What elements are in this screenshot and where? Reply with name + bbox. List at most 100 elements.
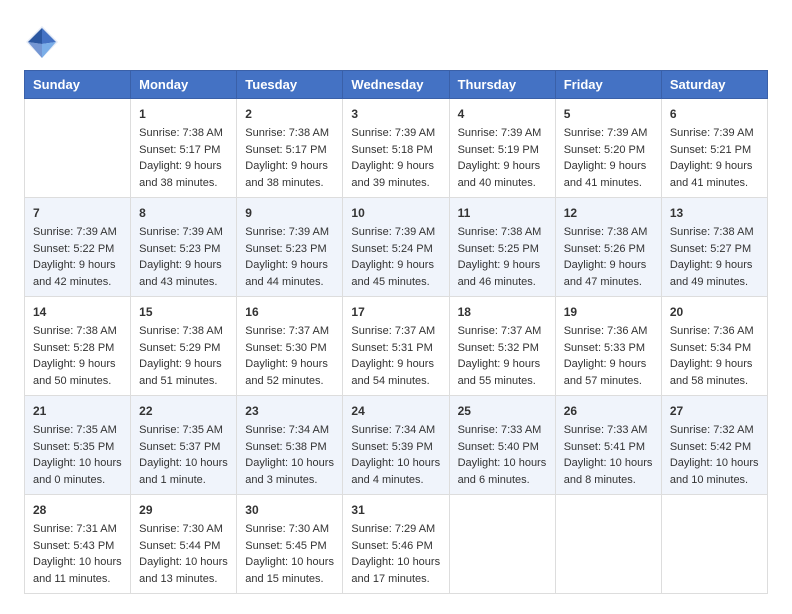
day-number: 5	[564, 105, 653, 123]
day-info: Daylight: 9 hours	[245, 356, 334, 373]
day-info: and 57 minutes.	[564, 373, 653, 390]
day-info: and 40 minutes.	[458, 175, 547, 192]
day-info: and 41 minutes.	[670, 175, 759, 192]
calendar-cell: 23Sunrise: 7:34 AMSunset: 5:38 PMDayligh…	[237, 396, 343, 495]
day-info: Daylight: 9 hours	[139, 257, 228, 274]
calendar-cell: 26Sunrise: 7:33 AMSunset: 5:41 PMDayligh…	[555, 396, 661, 495]
col-header-tuesday: Tuesday	[237, 71, 343, 99]
day-info: and 44 minutes.	[245, 274, 334, 291]
day-info: Daylight: 9 hours	[33, 257, 122, 274]
header	[24, 20, 768, 60]
day-info: Sunset: 5:39 PM	[351, 439, 440, 456]
day-info: and 38 minutes.	[139, 175, 228, 192]
day-number: 21	[33, 402, 122, 420]
week-row-5: 28Sunrise: 7:31 AMSunset: 5:43 PMDayligh…	[25, 495, 768, 594]
day-info: Sunset: 5:23 PM	[139, 241, 228, 258]
day-info: Sunrise: 7:35 AM	[139, 422, 228, 439]
day-info: Sunrise: 7:32 AM	[670, 422, 759, 439]
day-info: Sunrise: 7:37 AM	[245, 323, 334, 340]
day-info: Sunset: 5:21 PM	[670, 142, 759, 159]
day-info: and 15 minutes.	[245, 571, 334, 588]
calendar-cell: 27Sunrise: 7:32 AMSunset: 5:42 PMDayligh…	[661, 396, 767, 495]
day-info: Sunset: 5:23 PM	[245, 241, 334, 258]
day-info: Sunset: 5:29 PM	[139, 340, 228, 357]
day-info: Sunrise: 7:30 AM	[245, 521, 334, 538]
day-info: Sunset: 5:18 PM	[351, 142, 440, 159]
day-number: 16	[245, 303, 334, 321]
day-info: Daylight: 9 hours	[564, 356, 653, 373]
day-info: and 58 minutes.	[670, 373, 759, 390]
day-info: Sunrise: 7:39 AM	[245, 224, 334, 241]
day-info: Sunrise: 7:36 AM	[564, 323, 653, 340]
day-info: Sunrise: 7:33 AM	[564, 422, 653, 439]
day-number: 9	[245, 204, 334, 222]
day-info: Daylight: 9 hours	[564, 158, 653, 175]
day-number: 24	[351, 402, 440, 420]
day-info: Daylight: 9 hours	[351, 257, 440, 274]
day-number: 3	[351, 105, 440, 123]
col-header-wednesday: Wednesday	[343, 71, 449, 99]
day-info: Sunrise: 7:39 AM	[351, 125, 440, 142]
day-info: Sunrise: 7:38 AM	[564, 224, 653, 241]
day-info: Daylight: 9 hours	[564, 257, 653, 274]
day-info: Sunrise: 7:30 AM	[139, 521, 228, 538]
day-number: 29	[139, 501, 228, 519]
day-info: Daylight: 9 hours	[458, 158, 547, 175]
day-info: Sunrise: 7:36 AM	[670, 323, 759, 340]
day-info: and 13 minutes.	[139, 571, 228, 588]
day-info: and 39 minutes.	[351, 175, 440, 192]
day-info: Daylight: 10 hours	[33, 455, 122, 472]
logo-icon	[24, 24, 60, 60]
day-number: 12	[564, 204, 653, 222]
day-info: and 17 minutes.	[351, 571, 440, 588]
day-info: Daylight: 9 hours	[351, 158, 440, 175]
day-info: and 51 minutes.	[139, 373, 228, 390]
day-number: 8	[139, 204, 228, 222]
day-info: Sunrise: 7:38 AM	[139, 125, 228, 142]
day-info: and 4 minutes.	[351, 472, 440, 489]
day-info: and 38 minutes.	[245, 175, 334, 192]
day-info: Daylight: 9 hours	[245, 158, 334, 175]
day-number: 18	[458, 303, 547, 321]
day-info: and 42 minutes.	[33, 274, 122, 291]
day-number: 27	[670, 402, 759, 420]
day-info: Daylight: 9 hours	[458, 356, 547, 373]
day-number: 26	[564, 402, 653, 420]
day-info: Daylight: 10 hours	[33, 554, 122, 571]
day-info: Sunrise: 7:39 AM	[351, 224, 440, 241]
calendar-cell: 14Sunrise: 7:38 AMSunset: 5:28 PMDayligh…	[25, 297, 131, 396]
week-row-3: 14Sunrise: 7:38 AMSunset: 5:28 PMDayligh…	[25, 297, 768, 396]
calendar-cell: 21Sunrise: 7:35 AMSunset: 5:35 PMDayligh…	[25, 396, 131, 495]
header-row: SundayMondayTuesdayWednesdayThursdayFrid…	[25, 71, 768, 99]
calendar-cell: 9Sunrise: 7:39 AMSunset: 5:23 PMDaylight…	[237, 198, 343, 297]
day-info: and 6 minutes.	[458, 472, 547, 489]
calendar-cell: 25Sunrise: 7:33 AMSunset: 5:40 PMDayligh…	[449, 396, 555, 495]
calendar-cell	[25, 99, 131, 198]
day-info: Sunrise: 7:38 AM	[245, 125, 334, 142]
calendar-cell: 24Sunrise: 7:34 AMSunset: 5:39 PMDayligh…	[343, 396, 449, 495]
day-number: 19	[564, 303, 653, 321]
day-info: Sunset: 5:28 PM	[33, 340, 122, 357]
calendar-cell: 4Sunrise: 7:39 AMSunset: 5:19 PMDaylight…	[449, 99, 555, 198]
day-info: Daylight: 9 hours	[33, 356, 122, 373]
day-info: Daylight: 10 hours	[564, 455, 653, 472]
day-info: and 52 minutes.	[245, 373, 334, 390]
calendar-cell: 17Sunrise: 7:37 AMSunset: 5:31 PMDayligh…	[343, 297, 449, 396]
day-info: Daylight: 9 hours	[670, 356, 759, 373]
day-number: 14	[33, 303, 122, 321]
day-info: Sunset: 5:34 PM	[670, 340, 759, 357]
day-number: 13	[670, 204, 759, 222]
day-info: Sunrise: 7:39 AM	[139, 224, 228, 241]
day-info: Sunrise: 7:39 AM	[458, 125, 547, 142]
day-info: Sunset: 5:32 PM	[458, 340, 547, 357]
day-info: Daylight: 10 hours	[245, 455, 334, 472]
day-number: 15	[139, 303, 228, 321]
calendar-cell: 11Sunrise: 7:38 AMSunset: 5:25 PMDayligh…	[449, 198, 555, 297]
calendar-cell: 13Sunrise: 7:38 AMSunset: 5:27 PMDayligh…	[661, 198, 767, 297]
day-info: Sunset: 5:20 PM	[564, 142, 653, 159]
day-info: Sunrise: 7:39 AM	[33, 224, 122, 241]
day-info: Sunrise: 7:31 AM	[33, 521, 122, 538]
day-info: Sunset: 5:38 PM	[245, 439, 334, 456]
day-info: and 11 minutes.	[33, 571, 122, 588]
day-info: Daylight: 9 hours	[139, 356, 228, 373]
